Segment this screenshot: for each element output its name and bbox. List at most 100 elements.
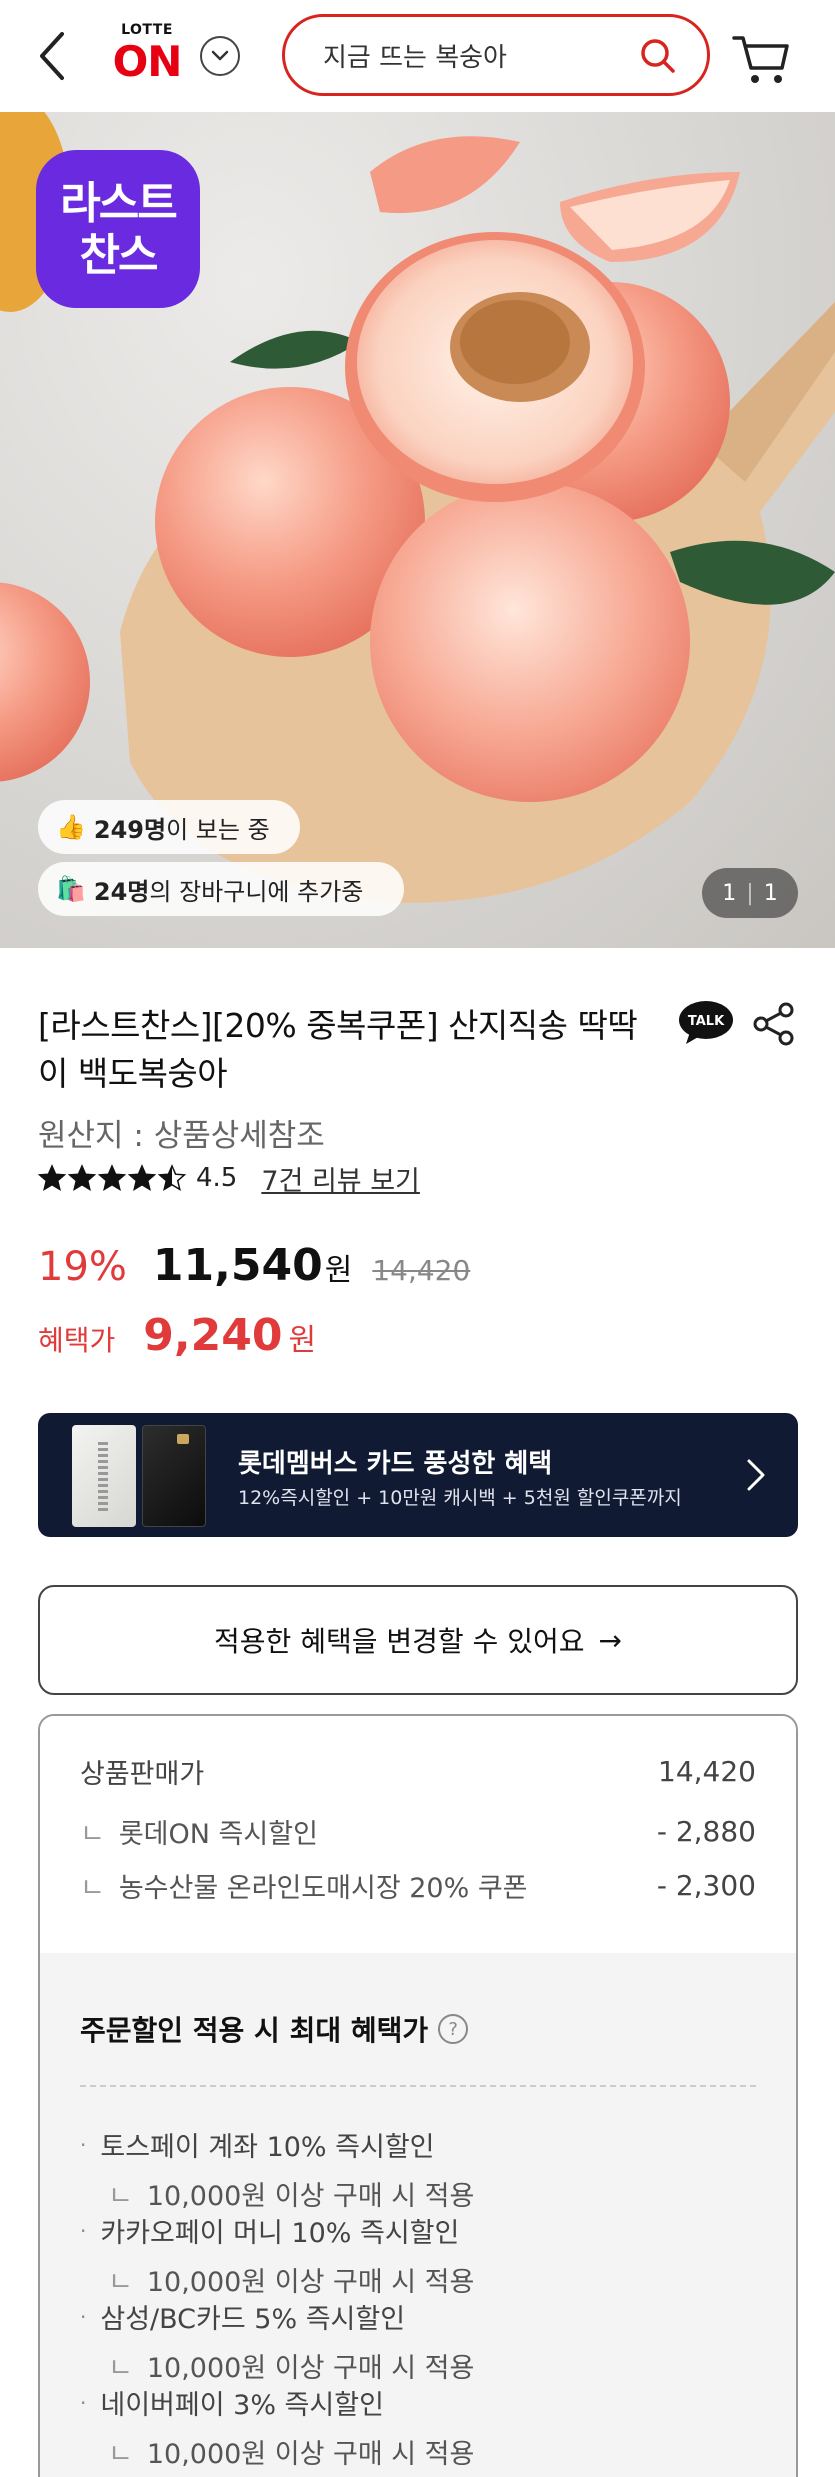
thumbs-up-icon: 👍 [56, 813, 86, 841]
logo-dropdown-button[interactable] [200, 36, 240, 76]
bullet: · [80, 2390, 87, 2415]
price-detail-box: 상품판매가 14,420 ㄴ 롯데ON 즉시할인 - 2,880 ㄴ 농수산물 온라… [38, 1714, 798, 2477]
page-divider: | [746, 880, 754, 906]
rating-row: 4.5 7건 리뷰 보기 [38, 1159, 420, 1198]
help-icon[interactable]: ? [438, 2014, 469, 2044]
discount-rate: 19% [38, 1244, 127, 1290]
card-image-black [142, 1425, 206, 1527]
promo-main: 네이버페이 3% 즉시할인 [100, 2390, 384, 2421]
price-row: 19% 11,540 원 14,420 [38, 1240, 470, 1300]
hook-mark: ㄴ [108, 2439, 133, 2470]
card-banner-subtitle: 12%즉시할인 + 10만원 캐시백 + 5천원 할인쿠폰까지 [238, 1487, 682, 1509]
talk-chat-button[interactable]: TALK [678, 1000, 734, 1048]
benefit-price-row: 혜택가 9,240 원 [38, 1310, 316, 1370]
max-benefit-section: 주문할인 적용 시 최대 혜택가 ? · 토스페이 계좌 10% 즉시할인 ㄴ 10… [40, 1953, 796, 2477]
star-icon [158, 1164, 186, 1191]
benefit-price: 9,240 [143, 1310, 283, 1361]
viewers-suffix: 이 보는 중 [166, 815, 270, 844]
coupon-discount-text: 농수산물 온라인도매시장 20% 쿠폰 [118, 1873, 528, 1904]
chevron-left-icon [40, 32, 64, 80]
hook-mark: ㄴ [108, 2353, 133, 2384]
promo-item: · 카카오페이 머니 10% 즉시할인 ㄴ 10,000원 이상 구매 시 적용 [80, 2211, 760, 2299]
promo-condition: 10,000원 이상 구매 시 적용 [146, 2181, 475, 2212]
search-input[interactable]: 지금 뜨는 복숭아 [282, 14, 710, 96]
star-icon [98, 1164, 126, 1191]
top-header: LOTTE ON 지금 뜨는 복숭아 [0, 0, 835, 112]
benefit-price-unit: 원 [288, 1323, 317, 1358]
origin-info: 원산지 : 상품상세참조 [38, 1118, 325, 1154]
chevron-right-icon [747, 1459, 765, 1491]
promo-condition: 10,000원 이상 구매 시 적용 [146, 2439, 475, 2470]
dashed-divider [80, 2085, 756, 2087]
sale-price: 11,540 [152, 1240, 323, 1291]
promo-condition: 10,000원 이상 구매 시 적용 [146, 2353, 475, 2384]
promo-main: 토스페이 계좌 10% 즉시할인 [100, 2132, 435, 2163]
max-benefit-title: 주문할인 적용 시 최대 혜택가 ? [80, 2009, 469, 2049]
product-title: [라스트찬스][20% 중복쿠폰] 산지직송 딱딱이 백도복숭아 [38, 1006, 638, 1093]
instant-discount-row: ㄴ 롯데ON 즉시할인 - 2,880 [80, 1812, 756, 1851]
promo-item: · 삼성/BC카드 5% 즉시할인 ㄴ 10,000원 이상 구매 시 적용 [80, 2297, 760, 2385]
cart-suffix: 의 장바구니에 추가중 [149, 877, 364, 906]
share-icon[interactable] [752, 1002, 796, 1046]
hook-mark: ㄴ [80, 1873, 105, 1904]
promo-item: · 네이버페이 3% 즉시할인 ㄴ 10,000원 이상 구매 시 적용 [80, 2383, 760, 2471]
coupon-discount-row: ㄴ 농수산물 온라인도매시장 20% 쿠폰 - 2,300 [80, 1866, 756, 1905]
chevron-down-icon [211, 50, 229, 61]
logo-main-text: ON [112, 37, 183, 86]
change-benefit-button[interactable]: 적용한 혜택을 변경할 수 있어요 → [38, 1585, 798, 1695]
back-button[interactable] [32, 26, 76, 86]
card-image-white [72, 1425, 136, 1527]
promo-item: · 토스페이 계좌 10% 즉시할인 ㄴ 10,000원 이상 구매 시 적용 [80, 2125, 760, 2213]
instant-discount-text: 롯데ON 즉시할인 [118, 1819, 318, 1850]
price-row-value: 14,420 [658, 1755, 756, 1788]
logo-top-text: LOTTE [121, 22, 173, 38]
price-row-label: 상품판매가 [80, 1759, 205, 1790]
rating-number: 4.5 [196, 1163, 238, 1193]
badge-line-1: 라스트 [60, 178, 177, 229]
change-benefit-label: 적용한 혜택을 변경할 수 있어요 [214, 1625, 585, 1658]
page-current: 1 [722, 880, 737, 906]
hook-mark: ㄴ [108, 2181, 133, 2212]
coupon-discount-label: ㄴ 농수산물 온라인도매시장 20% 쿠폰 [80, 1866, 528, 1905]
card-banner-title: 롯데멤버스 카드 풍성한 혜택 [238, 1449, 553, 1479]
viewers-pill: 👍 249명 이 보는 중 [38, 800, 300, 854]
star-icon [128, 1164, 156, 1191]
instant-discount-label: ㄴ 롯데ON 즉시할인 [80, 1812, 318, 1851]
carousel-page-indicator: 1 | 1 [702, 868, 798, 918]
talk-label: TALK [688, 1014, 725, 1029]
instant-discount-value: - 2,880 [656, 1815, 756, 1848]
benefit-label: 혜택가 [38, 1324, 116, 1357]
star-icon [38, 1164, 66, 1191]
search-icon[interactable] [639, 37, 677, 75]
hook-mark: ㄴ [80, 1819, 105, 1850]
bullet: · [80, 2304, 87, 2329]
page-total: 1 [763, 880, 778, 906]
arrow-right-icon: → [598, 1623, 622, 1657]
promo-condition: 10,000원 이상 구매 시 적용 [146, 2267, 475, 2298]
shopping-bag-icon: 🛍️ [56, 875, 86, 903]
max-benefit-title-text: 주문할인 적용 시 최대 혜택가 [80, 2014, 429, 2047]
promo-main: 삼성/BC카드 5% 즉시할인 [100, 2304, 406, 2335]
search-placeholder: 지금 뜨는 복숭아 [323, 42, 507, 73]
price-row-list: 상품판매가 14,420 [80, 1752, 756, 1791]
product-image-carousel[interactable]: 라스트 찬스 👍 249명 이 보는 중 🛍️ 24명 의 장바구니에 추가중 … [0, 112, 835, 948]
review-link[interactable]: 7건 리뷰 보기 [261, 1159, 420, 1198]
lotte-members-card-banner[interactable]: 롯데멤버스 카드 풍성한 혜택 12%즉시할인 + 10만원 캐시백 + 5천원… [38, 1413, 798, 1537]
promo-main: 카카오페이 머니 10% 즉시할인 [100, 2218, 460, 2249]
star-rating [38, 1164, 186, 1192]
star-icon [68, 1164, 96, 1191]
coupon-discount-value: - 2,300 [656, 1869, 756, 1902]
badge-line-2: 찬스 [79, 230, 159, 281]
bullet: · [80, 2218, 87, 2243]
viewers-count: 249명 [93, 815, 167, 844]
lotte-on-logo[interactable]: LOTTE ON [108, 22, 186, 86]
sale-price-unit: 원 [324, 1253, 353, 1288]
price-breakdown: 상품판매가 14,420 ㄴ 롯데ON 즉시할인 - 2,880 ㄴ 농수산물 온라… [40, 1716, 796, 1953]
original-price: 14,420 [372, 1254, 471, 1287]
hook-mark: ㄴ [108, 2267, 133, 2298]
cart-icon[interactable] [730, 28, 792, 88]
cart-count: 24명 [93, 877, 150, 906]
bullet: · [80, 2132, 87, 2157]
last-chance-badge: 라스트 찬스 [36, 150, 200, 308]
cart-adders-pill: 🛍️ 24명 의 장바구니에 추가중 [38, 862, 404, 916]
